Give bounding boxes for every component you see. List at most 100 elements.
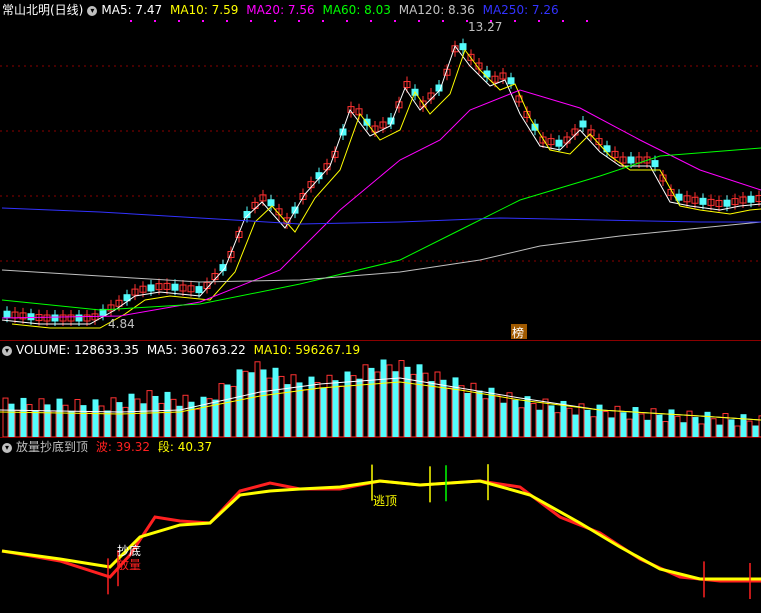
volume-bar (626, 418, 633, 437)
volume-bar (152, 395, 159, 437)
wave-label: 波: 39.32 (95, 440, 151, 454)
volume-bar (446, 387, 453, 437)
ma5-label: MA5: 7.47 (101, 3, 163, 17)
volume-bar (500, 402, 507, 437)
volume-bar (14, 409, 21, 437)
candle-body (459, 43, 467, 51)
volume-bar (674, 415, 681, 437)
volume-bar (350, 375, 357, 437)
circle-chevron-icon[interactable]: ▾ (87, 5, 98, 16)
volume-bar (608, 417, 615, 437)
ma10-label: MA10: 7.59 (169, 3, 239, 17)
volume-bar (200, 396, 207, 437)
candle-body (651, 160, 659, 168)
candle-body (723, 199, 731, 207)
volume-bar (260, 369, 267, 437)
volume-bar (464, 393, 471, 437)
volume-bar (194, 408, 201, 437)
volume-bar (692, 417, 699, 437)
volume-bar (416, 364, 423, 437)
volume-bar (230, 385, 237, 437)
signal-dot (322, 20, 324, 22)
volume-bar (740, 414, 747, 437)
candle-body (747, 195, 755, 203)
volume-bar (20, 397, 27, 437)
volume-bar (224, 384, 231, 437)
signal-dot (298, 20, 300, 22)
volume-bar (50, 410, 57, 437)
candle-body (675, 193, 683, 201)
candle-body (27, 313, 35, 321)
volume-bar (548, 405, 555, 437)
candle-body (579, 120, 587, 128)
signal-dot (394, 20, 396, 22)
indicator-name: 放量抄底到顶 (16, 440, 89, 454)
volume-bar (434, 371, 441, 437)
signal-dot (442, 20, 444, 22)
top-signal-label: 逃顶 (373, 494, 397, 508)
bottom-signal-label: 抄底 (117, 543, 141, 558)
volume-label: VOLUME: 128633.35 (16, 343, 139, 357)
volume-bar (404, 366, 411, 437)
indicator-lines-svg: 抄底 放量 逃顶 (1, 464, 761, 599)
price-candles-svg: 13.27 4.84 榜 (0, 20, 761, 340)
candle-body (627, 156, 635, 164)
volume-bar (518, 407, 525, 437)
volume-bar (710, 418, 717, 437)
signal-dot (370, 20, 372, 22)
volume-bar (182, 394, 189, 437)
stock-title: 常山北明(日线) (2, 3, 84, 17)
volume-bar (620, 412, 627, 437)
signal-dot (274, 20, 276, 22)
circle-chevron-icon[interactable]: ▾ (2, 345, 12, 356)
volume-bar (512, 399, 519, 437)
volume-bar (104, 410, 111, 437)
volume-bar (560, 400, 567, 437)
volume-bar (722, 413, 729, 437)
volume-bar (566, 407, 573, 437)
volume-bar (326, 374, 333, 437)
volume-bar (578, 403, 585, 437)
volume-bar (314, 382, 321, 437)
ma60-line (1, 147, 761, 311)
volume-bar (470, 382, 477, 437)
indicator-header: ▾ 放量抄底到顶 波: 39.32 段: 40.37 (2, 439, 216, 455)
volume-bar (176, 405, 183, 437)
volume-header: ▾ VOLUME: 128633.35 MA5: 360763.22 MA10: … (2, 342, 364, 358)
volume-bar (638, 413, 645, 437)
volume-bar (746, 420, 753, 437)
volume-bar (440, 379, 447, 437)
candle-body (3, 310, 11, 318)
volume-bar (332, 380, 339, 437)
volume-bar (68, 410, 75, 437)
price-chart-pane[interactable]: 常山北明(日线) ▾ MA5: 7.47 MA10: 7.59 MA20: 7.56… (0, 0, 761, 340)
volume-bar (362, 364, 369, 437)
circle-chevron-icon[interactable]: ▾ (2, 442, 12, 453)
candle-body (507, 77, 515, 85)
volume-bar (290, 374, 297, 437)
volume-bar (368, 367, 375, 437)
indicator-chart-pane[interactable]: ▾ 放量抄底到顶 波: 39.32 段: 40.37 抄底 放量 逃顶 (0, 437, 761, 613)
volume-bar (590, 416, 597, 437)
volume-bar (272, 367, 279, 437)
volume-bar (308, 376, 315, 437)
volume-bar (74, 399, 81, 437)
candle-body (75, 314, 83, 322)
volume-chart-pane[interactable]: ▾ VOLUME: 128633.35 MA5: 360763.22 MA10: … (0, 340, 761, 437)
volume-bar (386, 364, 393, 437)
volume-bar (752, 425, 759, 437)
volume-bar (134, 398, 141, 437)
volume-bar (428, 381, 435, 437)
volume-bar (242, 370, 249, 437)
ma5-line (1, 44, 761, 325)
volume-bar (140, 403, 147, 437)
candle-body (267, 199, 275, 207)
segment-label: 段: 40.37 (157, 440, 213, 454)
volume-bar (482, 398, 489, 437)
volume-bar (728, 419, 735, 437)
volume-bar (266, 377, 273, 437)
signal-dot (514, 20, 516, 22)
signal-dot (346, 20, 348, 22)
volume-bar (62, 404, 69, 437)
volume-bar (392, 371, 399, 437)
